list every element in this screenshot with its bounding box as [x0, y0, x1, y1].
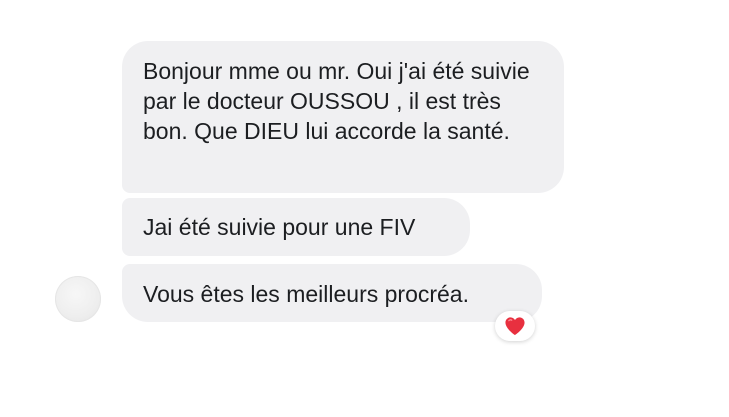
- message-text: Jai été suivie pour une FIV: [143, 214, 416, 240]
- message-thread: Bonjour mme ou mr. Oui j'ai été suivie p…: [0, 0, 729, 417]
- heart-icon: [505, 317, 525, 336]
- message-bubble[interactable]: Jai été suivie pour une FIV: [122, 198, 470, 256]
- avatar[interactable]: [55, 276, 101, 322]
- message-text: Vous êtes les meilleurs procréa.: [143, 281, 469, 307]
- message-text: Bonjour mme ou mr. Oui j'ai été suivie p…: [143, 58, 530, 144]
- message-bubble[interactable]: Bonjour mme ou mr. Oui j'ai été suivie p…: [122, 41, 564, 193]
- message-bubble[interactable]: Vous êtes les meilleurs procréa.: [122, 264, 542, 322]
- reaction-badge[interactable]: [495, 311, 535, 341]
